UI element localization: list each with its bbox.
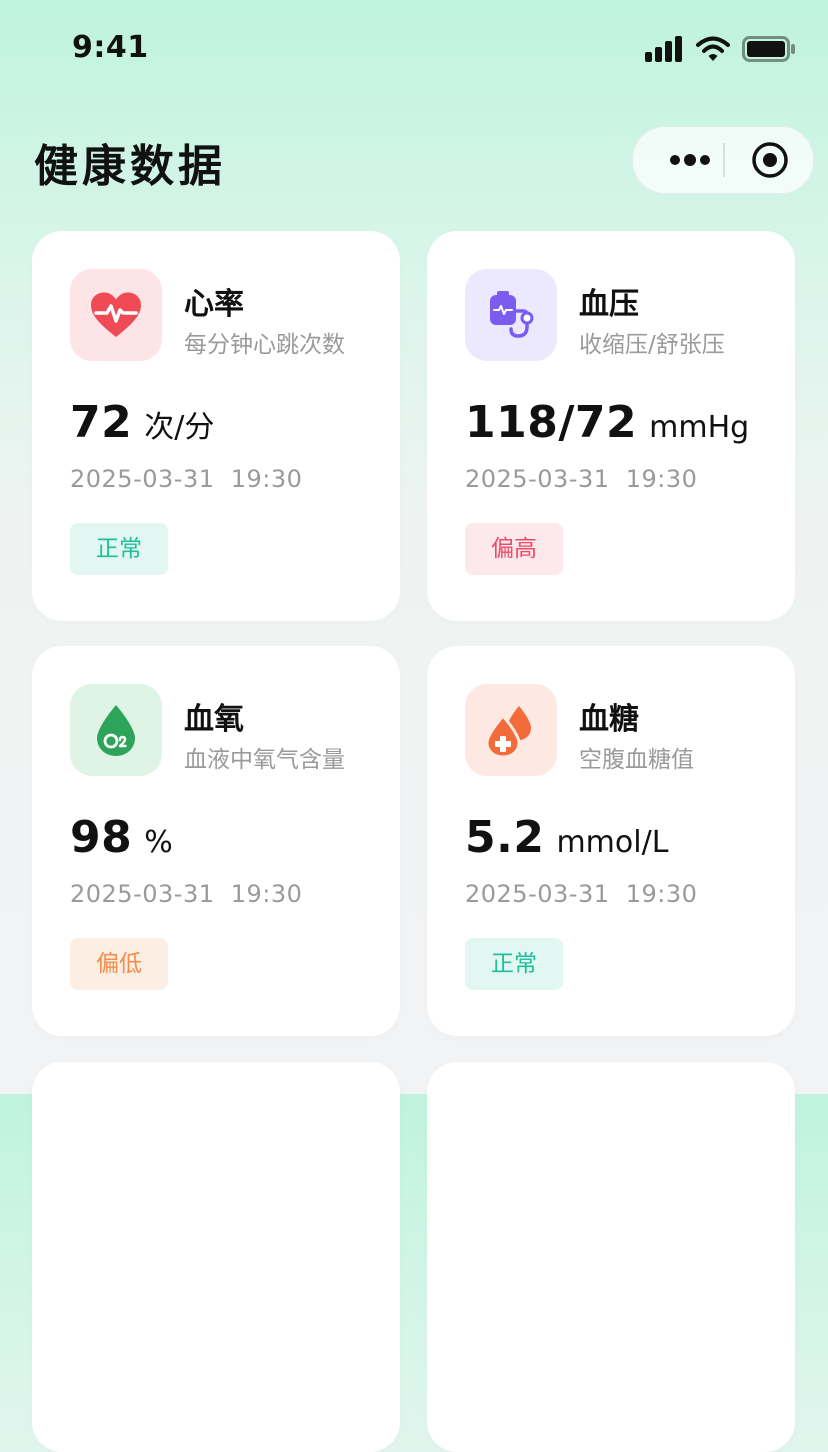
- metric-unit: mmHg: [649, 410, 750, 445]
- metric-description: 每分钟心跳次数: [184, 332, 345, 358]
- metric-value-row: 98 %: [70, 812, 173, 863]
- status-bar: 9:41: [0, 0, 828, 100]
- metric-description: 血液中氧气含量: [184, 747, 345, 773]
- blood-pressure-card[interactable]: 血压 收缩压/舒张压 118/72 mmHg 2025-03-31 19:30 …: [427, 231, 795, 621]
- more-button[interactable]: [657, 127, 723, 193]
- metric-value: 98: [70, 812, 133, 863]
- target-icon: [752, 142, 788, 178]
- heart-rate-icon: [91, 292, 141, 337]
- close-button[interactable]: [737, 127, 803, 193]
- status-icons: [644, 36, 796, 62]
- status-badge: 正常: [465, 938, 563, 990]
- oxygen-drop-icon: [97, 705, 135, 756]
- heart-rate-card[interactable]: 心率 每分钟心跳次数 72 次/分 2025-03-31 19:30 正常: [32, 231, 400, 621]
- heart-rate-icon-box: [70, 269, 162, 361]
- metric-unit: 次/分: [144, 410, 215, 445]
- metric-value-row: 118/72 mmHg: [465, 397, 749, 448]
- page-title: 健康数据: [34, 141, 226, 192]
- metric-timestamp: 2025-03-31 19:30: [465, 465, 698, 493]
- blood-pressure-icon-box: [465, 269, 557, 361]
- blood-oxygen-icon-box: [70, 684, 162, 776]
- metric-timestamp: 2025-03-31 19:30: [70, 880, 303, 908]
- metric-value: 72: [70, 397, 133, 448]
- blood-oxygen-card[interactable]: 血氧 血液中氧气含量 98 % 2025-03-31 19:30 偏低: [32, 646, 400, 1036]
- blood-sugar-icon-box: [465, 684, 557, 776]
- metric-value: 5.2: [465, 812, 545, 863]
- metric-timestamp: 2025-03-31 19:30: [70, 465, 303, 493]
- signal-icon: [645, 36, 682, 62]
- more-dots-icon: [670, 154, 710, 166]
- blood-sugar-icon: [485, 706, 531, 758]
- metric-unit: mmol/L: [556, 825, 669, 860]
- metric-unit: %: [144, 825, 173, 860]
- metric-name: 血压: [579, 287, 639, 322]
- status-badge: 偏高: [465, 523, 563, 575]
- blood-sugar-card[interactable]: 血糖 空腹血糖值 5.2 mmol/L 2025-03-31 19:30 正常: [427, 646, 795, 1036]
- capsule-divider: [723, 143, 725, 177]
- status-badge: 偏低: [70, 938, 168, 990]
- mini-program-capsule: [632, 126, 814, 194]
- wifi-icon: [696, 36, 730, 61]
- metric-value-row: 5.2 mmol/L: [465, 812, 668, 863]
- battery-icon: [742, 36, 795, 62]
- metric-value-row: 72 次/分: [70, 397, 214, 448]
- metric-description: 空腹血糖值: [579, 747, 694, 773]
- metric-timestamp: 2025-03-31 19:30: [465, 880, 698, 908]
- status-badge: 正常: [70, 523, 168, 575]
- status-time: 9:41: [72, 30, 149, 65]
- metric-name: 血氧: [184, 702, 244, 737]
- metric-name: 心率: [184, 287, 244, 322]
- blood-pressure-icon: [490, 291, 534, 338]
- metric-value: 118/72: [465, 397, 638, 448]
- metric-card-partial[interactable]: [32, 1062, 400, 1452]
- metric-name: 血糖: [579, 702, 639, 737]
- metric-description: 收缩压/舒张压: [579, 332, 725, 358]
- metric-card-partial[interactable]: [427, 1062, 795, 1452]
